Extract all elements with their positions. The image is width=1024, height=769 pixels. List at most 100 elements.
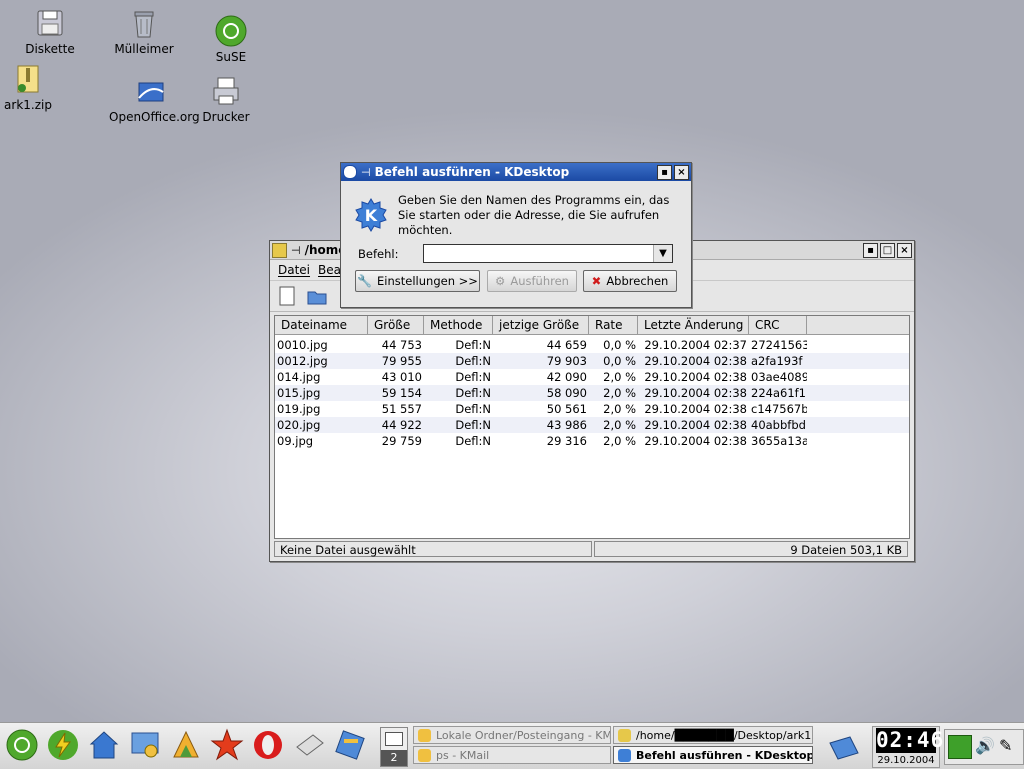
task-label: Lokale Ordner/Posteingang - KMail [436, 729, 611, 742]
column-header-modified[interactable]: Letzte Änderung [638, 316, 749, 334]
menu-datei[interactable]: Datei [278, 263, 310, 277]
cell-modified: 29.10.2004 02:38 [644, 434, 747, 448]
cell-rate: 2,0 % [603, 370, 636, 384]
column-header-packed[interactable]: jetzige Größe [493, 316, 589, 334]
column-header-rate[interactable]: Rate [589, 316, 638, 334]
execute-button[interactable]: ⚙ Ausführen [487, 270, 577, 292]
maximize-button[interactable]: □ [880, 242, 895, 258]
desktop-icon-diskette[interactable]: Diskette [8, 6, 92, 56]
cell-name: 09.jpg [277, 434, 314, 448]
editor-icon[interactable] [332, 727, 368, 763]
cancel-button[interactable]: ✖ Abbrechen [583, 270, 677, 292]
home-icon[interactable] [86, 727, 122, 763]
cell-method: Defl:N [455, 402, 491, 416]
run-titlebar[interactable]: ⊣ Befehl ausführen - KDesktop ▪ × [341, 163, 691, 181]
cell-name: 0010.jpg [277, 338, 328, 352]
open-folder-icon[interactable] [306, 285, 328, 307]
close-button[interactable]: × [674, 164, 689, 180]
desktop-icon-label: OpenOffice.org [109, 110, 200, 124]
kde-icon [618, 749, 631, 762]
kde-logo-icon: K [355, 198, 387, 232]
status-summary: 9 Dateien 503,1 KB [594, 541, 908, 557]
cell-crc: 40abbfbd [751, 418, 806, 432]
new-file-icon[interactable] [276, 285, 298, 307]
cell-size: 79 955 [381, 354, 422, 368]
table-row[interactable]: 0010.jpg 44 753 Defl:N 44 659 0,0 % 29.10.200… [275, 337, 909, 353]
cell-size: 29 759 [381, 434, 422, 448]
document-icon[interactable] [291, 727, 327, 763]
lightning-icon[interactable] [45, 727, 81, 763]
cell-name: 014.jpg [277, 370, 321, 384]
table-row[interactable]: 015.jpg 59 154 Defl:N 58 090 2,0 % 29.10.2004… [275, 385, 909, 401]
cell-modified: 29.10.2004 02:38 [644, 386, 747, 400]
cell-crc: c147567b [751, 402, 807, 416]
table-row[interactable]: 014.jpg 43 010 Defl:N 42 090 2,0 % 29.10.2004… [275, 369, 909, 385]
volume-icon[interactable]: 🔊 [975, 736, 995, 755]
ark-app-icon [272, 242, 287, 258]
column-header-size[interactable]: Größe [368, 316, 424, 334]
pin-icon[interactable]: ⊣ [291, 244, 301, 257]
clock[interactable]: 02:46 29.10.2004 [872, 726, 943, 768]
clipboard-icon[interactable]: ✎ [999, 736, 1012, 755]
cell-modified: 29.10.2004 02:38 [644, 370, 747, 384]
cell-packed: 44 659 [546, 338, 587, 352]
desktop-icon-printer[interactable]: Drucker [184, 74, 268, 124]
cell-packed: 43 986 [546, 418, 587, 432]
cell-rate: 2,0 % [603, 402, 636, 416]
minimize-button[interactable]: ▪ [657, 164, 672, 180]
desktop-icon-openoffice[interactable]: OpenOffice.org [109, 74, 200, 124]
menu-bearbeiten[interactable]: Bea [318, 263, 341, 277]
column-header-method[interactable]: Methode [424, 316, 493, 334]
close-button[interactable]: × [897, 242, 912, 258]
cell-modified: 29.10.2004 02:37 [644, 338, 747, 352]
pin-icon[interactable]: ⊣ [361, 166, 371, 179]
desktop-icon-ark1zip[interactable]: ark1.zip [0, 62, 70, 112]
table-row[interactable]: 0012.jpg 79 955 Defl:N 79 903 0,0 % 29.10.200… [275, 353, 909, 369]
kde-small-icon [343, 165, 357, 179]
table-row[interactable]: 09.jpg 29 759 Defl:N 29 316 2,0 % 29.10.2004 … [275, 433, 909, 449]
cell-method: Defl:N [455, 370, 491, 384]
cell-modified: 29.10.2004 02:38 [644, 418, 747, 432]
desktop-icon-suse[interactable]: SuSE [189, 14, 273, 64]
window-list-icon[interactable] [826, 729, 862, 763]
column-header-crc[interactable]: CRC [749, 316, 807, 334]
file-list-body: 0010.jpg 44 753 Defl:N 44 659 0,0 % 29.10.200… [275, 335, 909, 449]
table-row[interactable]: 020.jpg 44 922 Defl:N 43 986 2,0 % 29.10.2004… [275, 417, 909, 433]
settings-button[interactable]: 🔧 Einstellungen >> [355, 270, 480, 292]
opera-icon[interactable] [250, 727, 286, 763]
cell-crc: 224a61f1 [751, 386, 806, 400]
cell-rate: 0,0 % [603, 338, 636, 352]
task-kmail-inbox[interactable]: Lokale Ordner/Posteingang - KMail [413, 726, 611, 744]
suse-menu-icon[interactable] [4, 727, 40, 763]
task-label: /home/███████/Desktop/ark1.zip - [636, 729, 813, 742]
system-icon[interactable] [127, 727, 163, 763]
cell-rate: 2,0 % [603, 434, 636, 448]
cell-modified: 29.10.2004 02:38 [644, 354, 747, 368]
cell-size: 44 922 [381, 418, 422, 432]
command-input[interactable]: ▼ [423, 244, 673, 263]
desktop-icon-trash[interactable]: Mülleimer [102, 6, 186, 56]
printer-icon [209, 74, 243, 108]
chevron-down-icon[interactable]: ▼ [653, 245, 672, 262]
network-icon[interactable] [948, 735, 972, 759]
task-ark[interactable]: /home/███████/Desktop/ark1.zip - [613, 726, 813, 744]
cell-packed: 42 090 [546, 370, 587, 384]
cell-method: Defl:N [455, 354, 491, 368]
floppy-icon [33, 6, 67, 40]
openoffice-icon [134, 74, 168, 108]
pager-desktop-1[interactable] [385, 732, 403, 746]
settings-button-label: Einstellungen >> [377, 274, 478, 288]
kicker-panel: 2 Lokale Ordner/Posteingang - KMail /hom… [0, 722, 1024, 769]
table-row[interactable]: 019.jpg 51 557 Defl:N 50 561 2,0 % 29.10.2004… [275, 401, 909, 417]
run-command-dialog[interactable]: ⊣ Befehl ausführen - KDesktop ▪ × K Gebe… [340, 162, 692, 308]
pager-desktop-2[interactable]: 2 [381, 750, 407, 766]
minimize-button[interactable]: ▪ [863, 242, 878, 258]
file-list[interactable]: Dateiname Größe Methode jetzige Größe Ra… [274, 315, 910, 539]
column-header-name[interactable]: Dateiname [275, 316, 368, 334]
office-icon[interactable] [168, 727, 204, 763]
task-run-command[interactable]: Befehl ausführen - KDesktop [613, 746, 813, 764]
desktop-pager[interactable]: 2 [380, 727, 408, 767]
konqueror-star-icon[interactable] [209, 727, 245, 763]
execute-button-label: Ausführen [510, 274, 569, 288]
task-kmail-ps[interactable]: ps - KMail [413, 746, 611, 764]
